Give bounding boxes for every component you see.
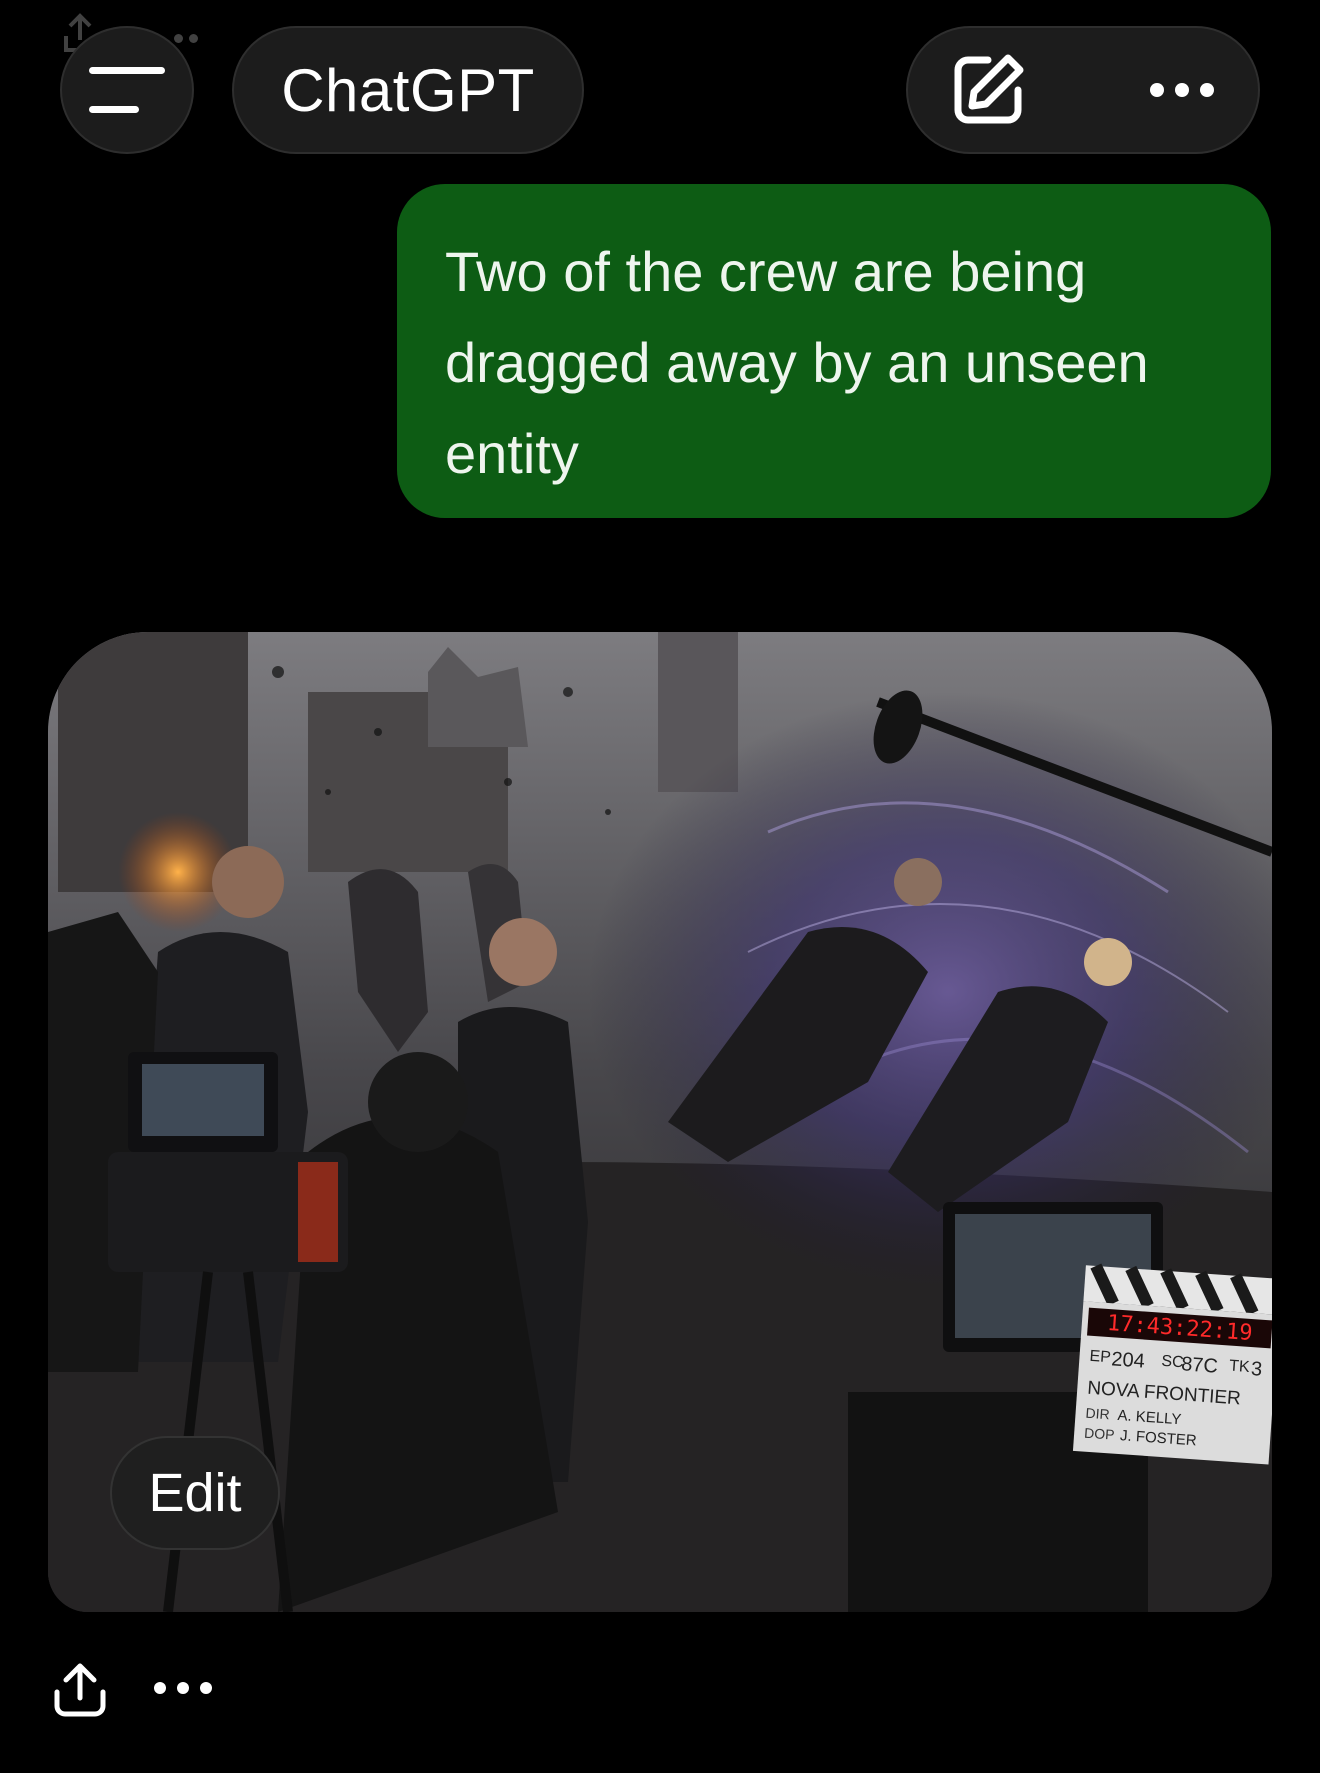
svg-text:DOP: DOP — [1084, 1425, 1115, 1443]
ghost-dots-icon — [174, 34, 198, 43]
svg-text:EP: EP — [1089, 1348, 1111, 1366]
user-message-text: Two of the crew are being dragged away b… — [445, 240, 1149, 485]
ellipsis-icon[interactable] — [154, 1682, 212, 1694]
user-message-bubble: Two of the crew are being dragged away b… — [397, 184, 1271, 518]
svg-text:TK: TK — [1229, 1358, 1251, 1376]
hamburger-menu-icon — [89, 67, 165, 113]
header-actions — [906, 26, 1260, 154]
edit-button-label: Edit — [148, 1463, 242, 1523]
slate-scene: 87C — [1180, 1353, 1218, 1378]
slate-episode: 204 — [1111, 1348, 1146, 1372]
app-title: ChatGPT — [281, 56, 535, 124]
slate-take: 3 — [1250, 1358, 1263, 1381]
sidebar-menu-button[interactable] — [60, 26, 194, 154]
edit-image-button[interactable]: Edit — [110, 1436, 280, 1550]
svg-text:DIR: DIR — [1085, 1405, 1110, 1423]
ellipsis-icon[interactable] — [1150, 83, 1214, 97]
share-icon[interactable] — [52, 1660, 108, 1718]
model-selector-button[interactable]: ChatGPT — [232, 26, 584, 154]
chat-screen: ChatGPT Two of the crew are being dragge… — [0, 0, 1320, 1773]
compose-icon[interactable] — [950, 52, 1026, 128]
